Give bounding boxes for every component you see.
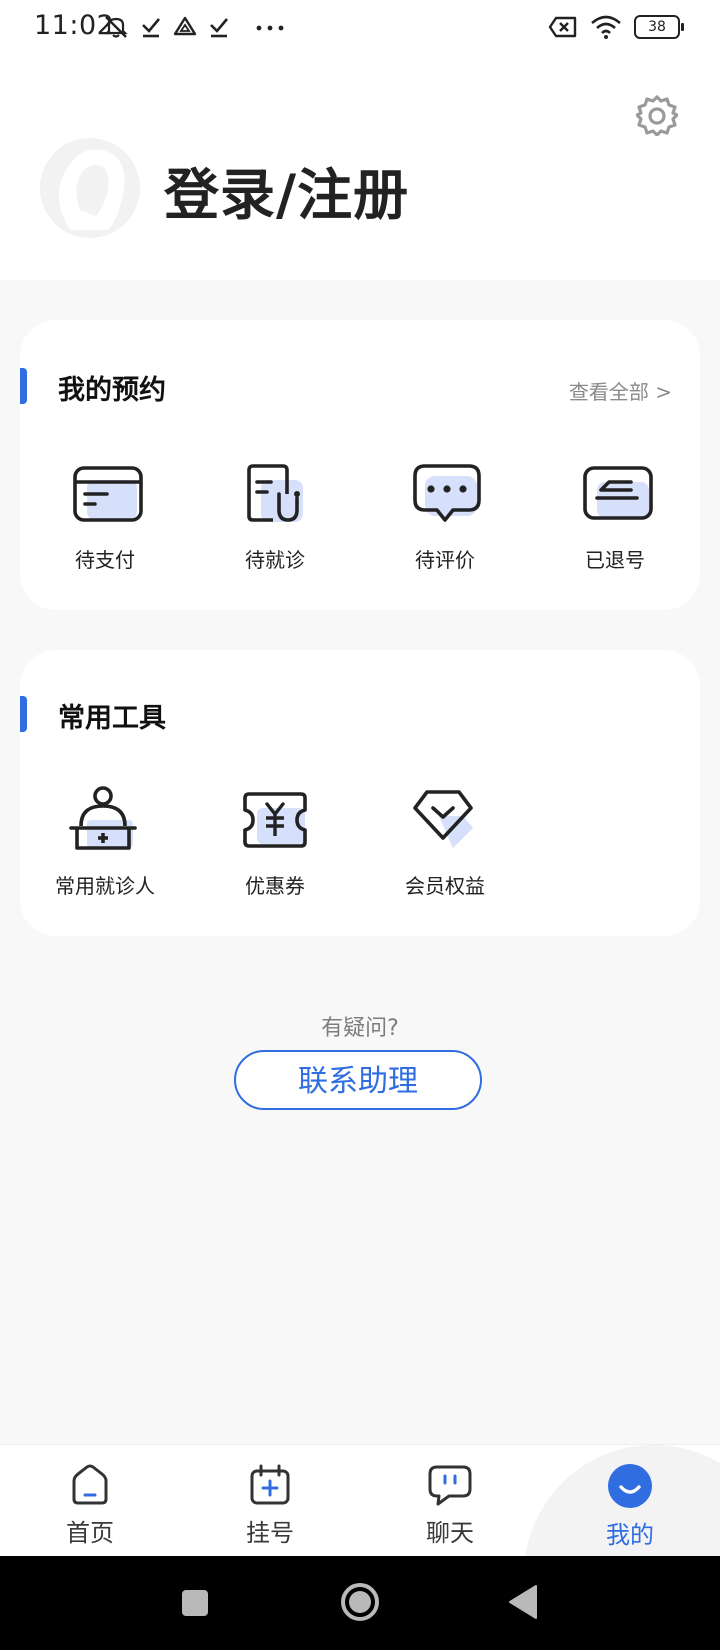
tab-register-label: 挂号 bbox=[246, 1519, 294, 1547]
contact-assistant-button[interactable]: 联系助理 bbox=[234, 1050, 482, 1110]
avatar[interactable] bbox=[40, 138, 140, 238]
no-sim-icon bbox=[548, 16, 577, 38]
home-icon bbox=[72, 1464, 108, 1505]
appointments-title: 我的预约 bbox=[58, 375, 166, 406]
tab-register[interactable]: 挂号 bbox=[180, 1463, 360, 1548]
appointments-card: 我的预约 查看全部 > 待支付 待就诊 待评价 已退号 bbox=[20, 320, 700, 610]
membership-icon bbox=[413, 790, 473, 848]
view-all-link[interactable]: 查看全部 > bbox=[569, 376, 672, 405]
tab-mine-label: 我的 bbox=[606, 1521, 654, 1549]
login-register-link[interactable]: 登录/注册 bbox=[164, 150, 409, 230]
tools-title: 常用工具 bbox=[58, 703, 166, 734]
recent-apps-icon[interactable] bbox=[180, 1588, 210, 1618]
appointment-pending-visit-label: 待就诊 bbox=[245, 548, 305, 572]
drive-icon bbox=[173, 16, 197, 36]
stethoscope-icon bbox=[247, 464, 303, 522]
status-icons-right: 38 bbox=[548, 10, 684, 44]
appointment-cancelled[interactable]: 已退号 bbox=[540, 460, 690, 573]
payment-card-icon bbox=[73, 466, 143, 522]
gear-icon[interactable] bbox=[636, 94, 678, 136]
comment-icon bbox=[413, 464, 481, 522]
tab-home[interactable]: 首页 bbox=[0, 1463, 180, 1548]
status-icons-left bbox=[102, 10, 288, 44]
more-dots-icon bbox=[256, 25, 284, 31]
appointment-pending-payment[interactable]: 待支付 bbox=[30, 460, 180, 573]
cancel-ticket-icon bbox=[583, 466, 653, 520]
appointment-pending-payment-label: 待支付 bbox=[75, 548, 135, 572]
tool-patients-label: 常用就诊人 bbox=[55, 874, 155, 898]
section-accent-bar bbox=[20, 368, 27, 404]
back-icon[interactable] bbox=[508, 1584, 538, 1620]
chat-icon bbox=[428, 1465, 472, 1506]
coupon-icon bbox=[243, 792, 307, 848]
tab-chat-label: 聊天 bbox=[426, 1519, 474, 1547]
home-circle-icon[interactable] bbox=[340, 1582, 380, 1622]
tab-chat[interactable]: 聊天 bbox=[360, 1463, 540, 1548]
tab-home-label: 首页 bbox=[66, 1519, 114, 1547]
calendar-plus-icon bbox=[250, 1464, 290, 1505]
patient-icon bbox=[69, 786, 137, 850]
wifi-icon bbox=[591, 15, 621, 39]
tool-membership-label: 会员权益 bbox=[405, 874, 485, 898]
appointment-cancelled-label: 已退号 bbox=[585, 548, 645, 572]
tool-patients[interactable]: 常用就诊人 bbox=[30, 786, 180, 899]
appointment-pending-review[interactable]: 待评价 bbox=[370, 460, 520, 573]
tool-coupons[interactable]: 优惠券 bbox=[200, 786, 350, 899]
battery-indicator: 38 bbox=[634, 15, 684, 39]
mute-icon bbox=[104, 16, 128, 38]
bottom-tab-bar: 首页 挂号 聊天 我的 bbox=[0, 1444, 720, 1557]
system-navigation-bar bbox=[0, 1556, 720, 1650]
section-accent-bar bbox=[20, 696, 27, 732]
help-question: 有疑问? bbox=[321, 1016, 399, 1041]
appointment-pending-visit[interactable]: 待就诊 bbox=[200, 460, 350, 573]
tool-coupons-label: 优惠券 bbox=[245, 874, 305, 898]
user-placeholder-icon bbox=[58, 149, 125, 230]
tools-card: 常用工具 常用就诊人 优惠券 会员权益 bbox=[20, 650, 700, 936]
tool-membership[interactable]: 会员权益 bbox=[370, 786, 520, 899]
download-done-icon bbox=[210, 18, 228, 38]
tab-mine[interactable]: 我的 bbox=[540, 1463, 720, 1550]
download-done-icon bbox=[142, 18, 160, 38]
smile-icon bbox=[608, 1464, 652, 1508]
appointment-pending-review-label: 待评价 bbox=[415, 548, 475, 572]
